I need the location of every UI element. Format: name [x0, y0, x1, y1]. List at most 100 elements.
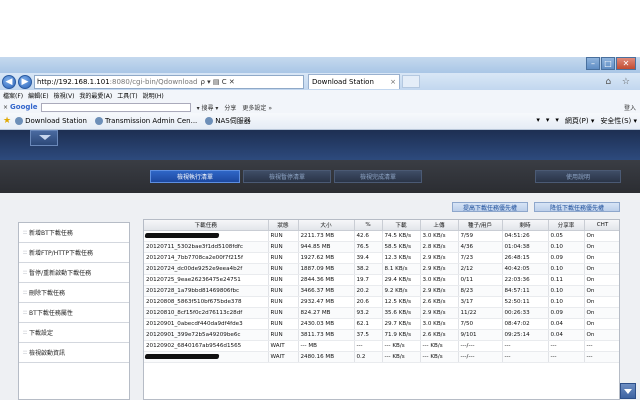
column-header[interactable]: 大小 — [298, 220, 355, 231]
lower-priority-button[interactable]: 降低下載任務優先權 — [534, 202, 620, 212]
google-search-button[interactable]: ▾ 搜尋 ▾ — [197, 103, 219, 112]
cell-cht: On — [584, 318, 619, 330]
favorite-transmission[interactable]: Transmission Admin Cen... — [94, 117, 197, 125]
google-more-settings[interactable]: 更多設定 » — [242, 103, 272, 112]
cell-down: 74.5 KB/s — [382, 230, 421, 242]
cell-peers: 2/12 — [458, 263, 503, 275]
tab-finished-list[interactable]: 檢視完成清單 — [334, 170, 422, 183]
table-row[interactable]: 20120728_1a79bbd81469806fbc RUN 3466.37 MB… — [144, 285, 619, 297]
cell-up: 3.0 KB/s — [420, 318, 459, 330]
forward-button[interactable]: ▶ — [18, 74, 32, 89]
cell-size: 2844.36 MB — [298, 274, 355, 286]
menu-view[interactable]: 檢視(V) — [54, 91, 75, 100]
sidebar-item-label: 下載設定 — [29, 330, 54, 337]
menu-bar: 檔案(F) 編輯(E) 檢視(V) 我的最愛(A) 工具(T) 說明(H) — [0, 90, 640, 101]
table-row[interactable]: RUN 2211.73 MB 42.6 74.5 KB/s 3.0 KB/s 7/59 04… — [144, 230, 619, 242]
print-menu-button[interactable]: ▾ — [555, 116, 559, 126]
cell-eta: --- — [502, 340, 549, 352]
tab-help[interactable]: 使用說明 — [535, 170, 621, 183]
sidebar-item[interactable]: :: 刪除下載任務 — [19, 283, 129, 303]
column-header[interactable]: 下載任務 — [144, 220, 269, 231]
scroll-down-icon[interactable] — [620, 383, 636, 399]
column-header[interactable]: 種子/用戶 — [458, 220, 503, 231]
column-header[interactable]: 上傳 — [420, 220, 459, 231]
cell-up: 2.9 KB/s — [420, 263, 459, 275]
favorites-bar: ★ Download Station Transmission Admin Ce… — [0, 113, 640, 130]
address-bar[interactable]: http://192.168.1.101:8080/cgi-bin/Qdownl… — [34, 74, 304, 89]
column-header[interactable]: 下載 — [382, 220, 421, 231]
cell-eta: 08:47:02 — [502, 318, 549, 330]
column-header[interactable]: 狀態 — [268, 220, 299, 231]
home-menu-button[interactable]: ▾ — [536, 116, 540, 126]
favorite-nas[interactable]: NAS伺服器 — [205, 116, 251, 126]
safety-menu-button[interactable]: 安全性(S) ▾ — [600, 116, 637, 126]
table-row[interactable]: 20120901_0abecdf440da9df4fde3 RUN 2430.03 … — [144, 318, 619, 330]
menu-file[interactable]: 檔案(F) — [3, 91, 23, 100]
table-row[interactable]: 20120725_9eae26236475e24751 RUN 2844.36 MB… — [144, 274, 619, 286]
table-row[interactable]: 20120711_5302bae3f1dd5108fdfc RUN 944.85 M… — [144, 241, 619, 253]
table-row[interactable]: 20120808_5863f510bf675bde378 RUN 2932.47 M… — [144, 296, 619, 308]
new-tab-button[interactable] — [402, 75, 420, 88]
column-header[interactable]: 分享率 — [548, 220, 585, 231]
cell-up: 2.6 KB/s — [420, 329, 459, 341]
sidebar-item[interactable]: :: 下載設定 — [19, 323, 129, 343]
cell-up: --- KB/s — [420, 351, 459, 363]
cell-status: WAIT — [268, 351, 299, 363]
column-header[interactable]: % — [354, 220, 383, 231]
maximize-button[interactable]: □ — [601, 57, 615, 70]
column-header[interactable]: CHT — [584, 220, 619, 231]
cell-cht: --- — [584, 340, 619, 352]
page-menu-button[interactable]: 網頁(P) ▾ — [565, 116, 594, 126]
minimize-button[interactable]: – — [586, 57, 600, 70]
cell-peers: ---/--- — [458, 340, 503, 352]
feeds-menu-button[interactable]: ▾ — [546, 116, 550, 126]
cell-down: 8.1 KB/s — [382, 263, 421, 275]
menu-edit[interactable]: 編輯(E) — [28, 91, 48, 100]
favorites-star-icon[interactable]: ★ — [3, 116, 11, 126]
raise-priority-button[interactable]: 提高下載任務優先權 — [452, 202, 528, 212]
ds-header-band — [0, 130, 640, 160]
address-controls[interactable]: ρ ▾ ▤ C ✕ — [201, 78, 235, 86]
table-row[interactable]: 20120810_8cf15f0c2d76113c28df RUN 824.27 M… — [144, 307, 619, 319]
sidebar-item[interactable]: :: 新增BT下載任務 — [19, 223, 129, 243]
table-row[interactable]: 20120714_7bb7708ca2e00f7f215f RUN 1927.62 … — [144, 252, 619, 264]
sidebar-item-label: 新增BT下載任務 — [29, 230, 73, 237]
cell-size: --- MB — [298, 340, 355, 352]
table-row[interactable]: WAIT 2480.16 MB 0.2 --- KB/s --- KB/s ---/---… — [144, 351, 619, 363]
column-header[interactable]: 剩時 — [502, 220, 549, 231]
sidebar-item[interactable]: :: 檢視啟動資訊 — [19, 343, 129, 363]
back-button[interactable]: ◀ — [2, 74, 16, 89]
tab-close-icon[interactable]: × — [390, 78, 396, 86]
favorite-download-station[interactable]: Download Station — [15, 117, 87, 125]
google-share-button[interactable]: 分享 — [224, 103, 236, 112]
sidebar-item[interactable]: :: BT下載任務屬性 — [19, 303, 129, 323]
menu-help[interactable]: 說明(H) — [143, 91, 164, 100]
cell-size: 3466.37 MB — [298, 285, 355, 297]
close-window-button[interactable]: ✕ — [616, 57, 636, 70]
cell-eta: 00:26:33 — [502, 307, 549, 319]
cell-cht: On — [584, 329, 619, 341]
google-login-link[interactable]: 登入 — [624, 103, 636, 112]
menu-favorites[interactable]: 我的最愛(A) — [79, 91, 112, 100]
cell-status: RUN — [268, 230, 299, 242]
cell-down: 9.2 KB/s — [382, 285, 421, 297]
cell-up: 2.8 KB/s — [420, 241, 459, 253]
table-row[interactable]: 20120902_6840167ab9546d1565 WAIT --- MB ---… — [144, 340, 619, 352]
cell-name: 20120714_7bb7708ca2e00f7f215f — [144, 252, 269, 264]
table-row[interactable]: 20120724_dc00de9252e9eea4b2f RUN 1887.09 M… — [144, 263, 619, 275]
sidebar-item[interactable]: :: 新增FTP/HTTP下載任務 — [19, 243, 129, 263]
ds-tabs: 檢視執行清單 檢視暫停清單 檢視完成清單 使用說明 — [0, 170, 640, 183]
cell-status: WAIT — [268, 340, 299, 352]
sidebar-item[interactable]: :: 暫停/重新啟動下載任務 — [19, 263, 129, 283]
home-favorites-icons[interactable]: ⌂ ☆ — [605, 77, 634, 87]
collapse-chevron-icon[interactable] — [30, 130, 58, 146]
google-search-input[interactable] — [40, 102, 191, 112]
cell-up: 2.9 KB/s — [420, 285, 459, 297]
tab-download-station[interactable]: Download Station × — [308, 74, 400, 89]
menu-tools[interactable]: 工具(T) — [117, 91, 137, 100]
tab-pause-list[interactable]: 檢視暫停清單 — [243, 170, 331, 183]
cell-eta: 40:42:05 — [502, 263, 549, 275]
table-row[interactable]: 20120901_399e72b5a49209be6c RUN 3811.73 MB… — [144, 329, 619, 341]
google-toolbar-close-icon[interactable]: × — [3, 104, 8, 111]
tab-run-list[interactable]: 檢視執行清單 — [150, 170, 240, 183]
